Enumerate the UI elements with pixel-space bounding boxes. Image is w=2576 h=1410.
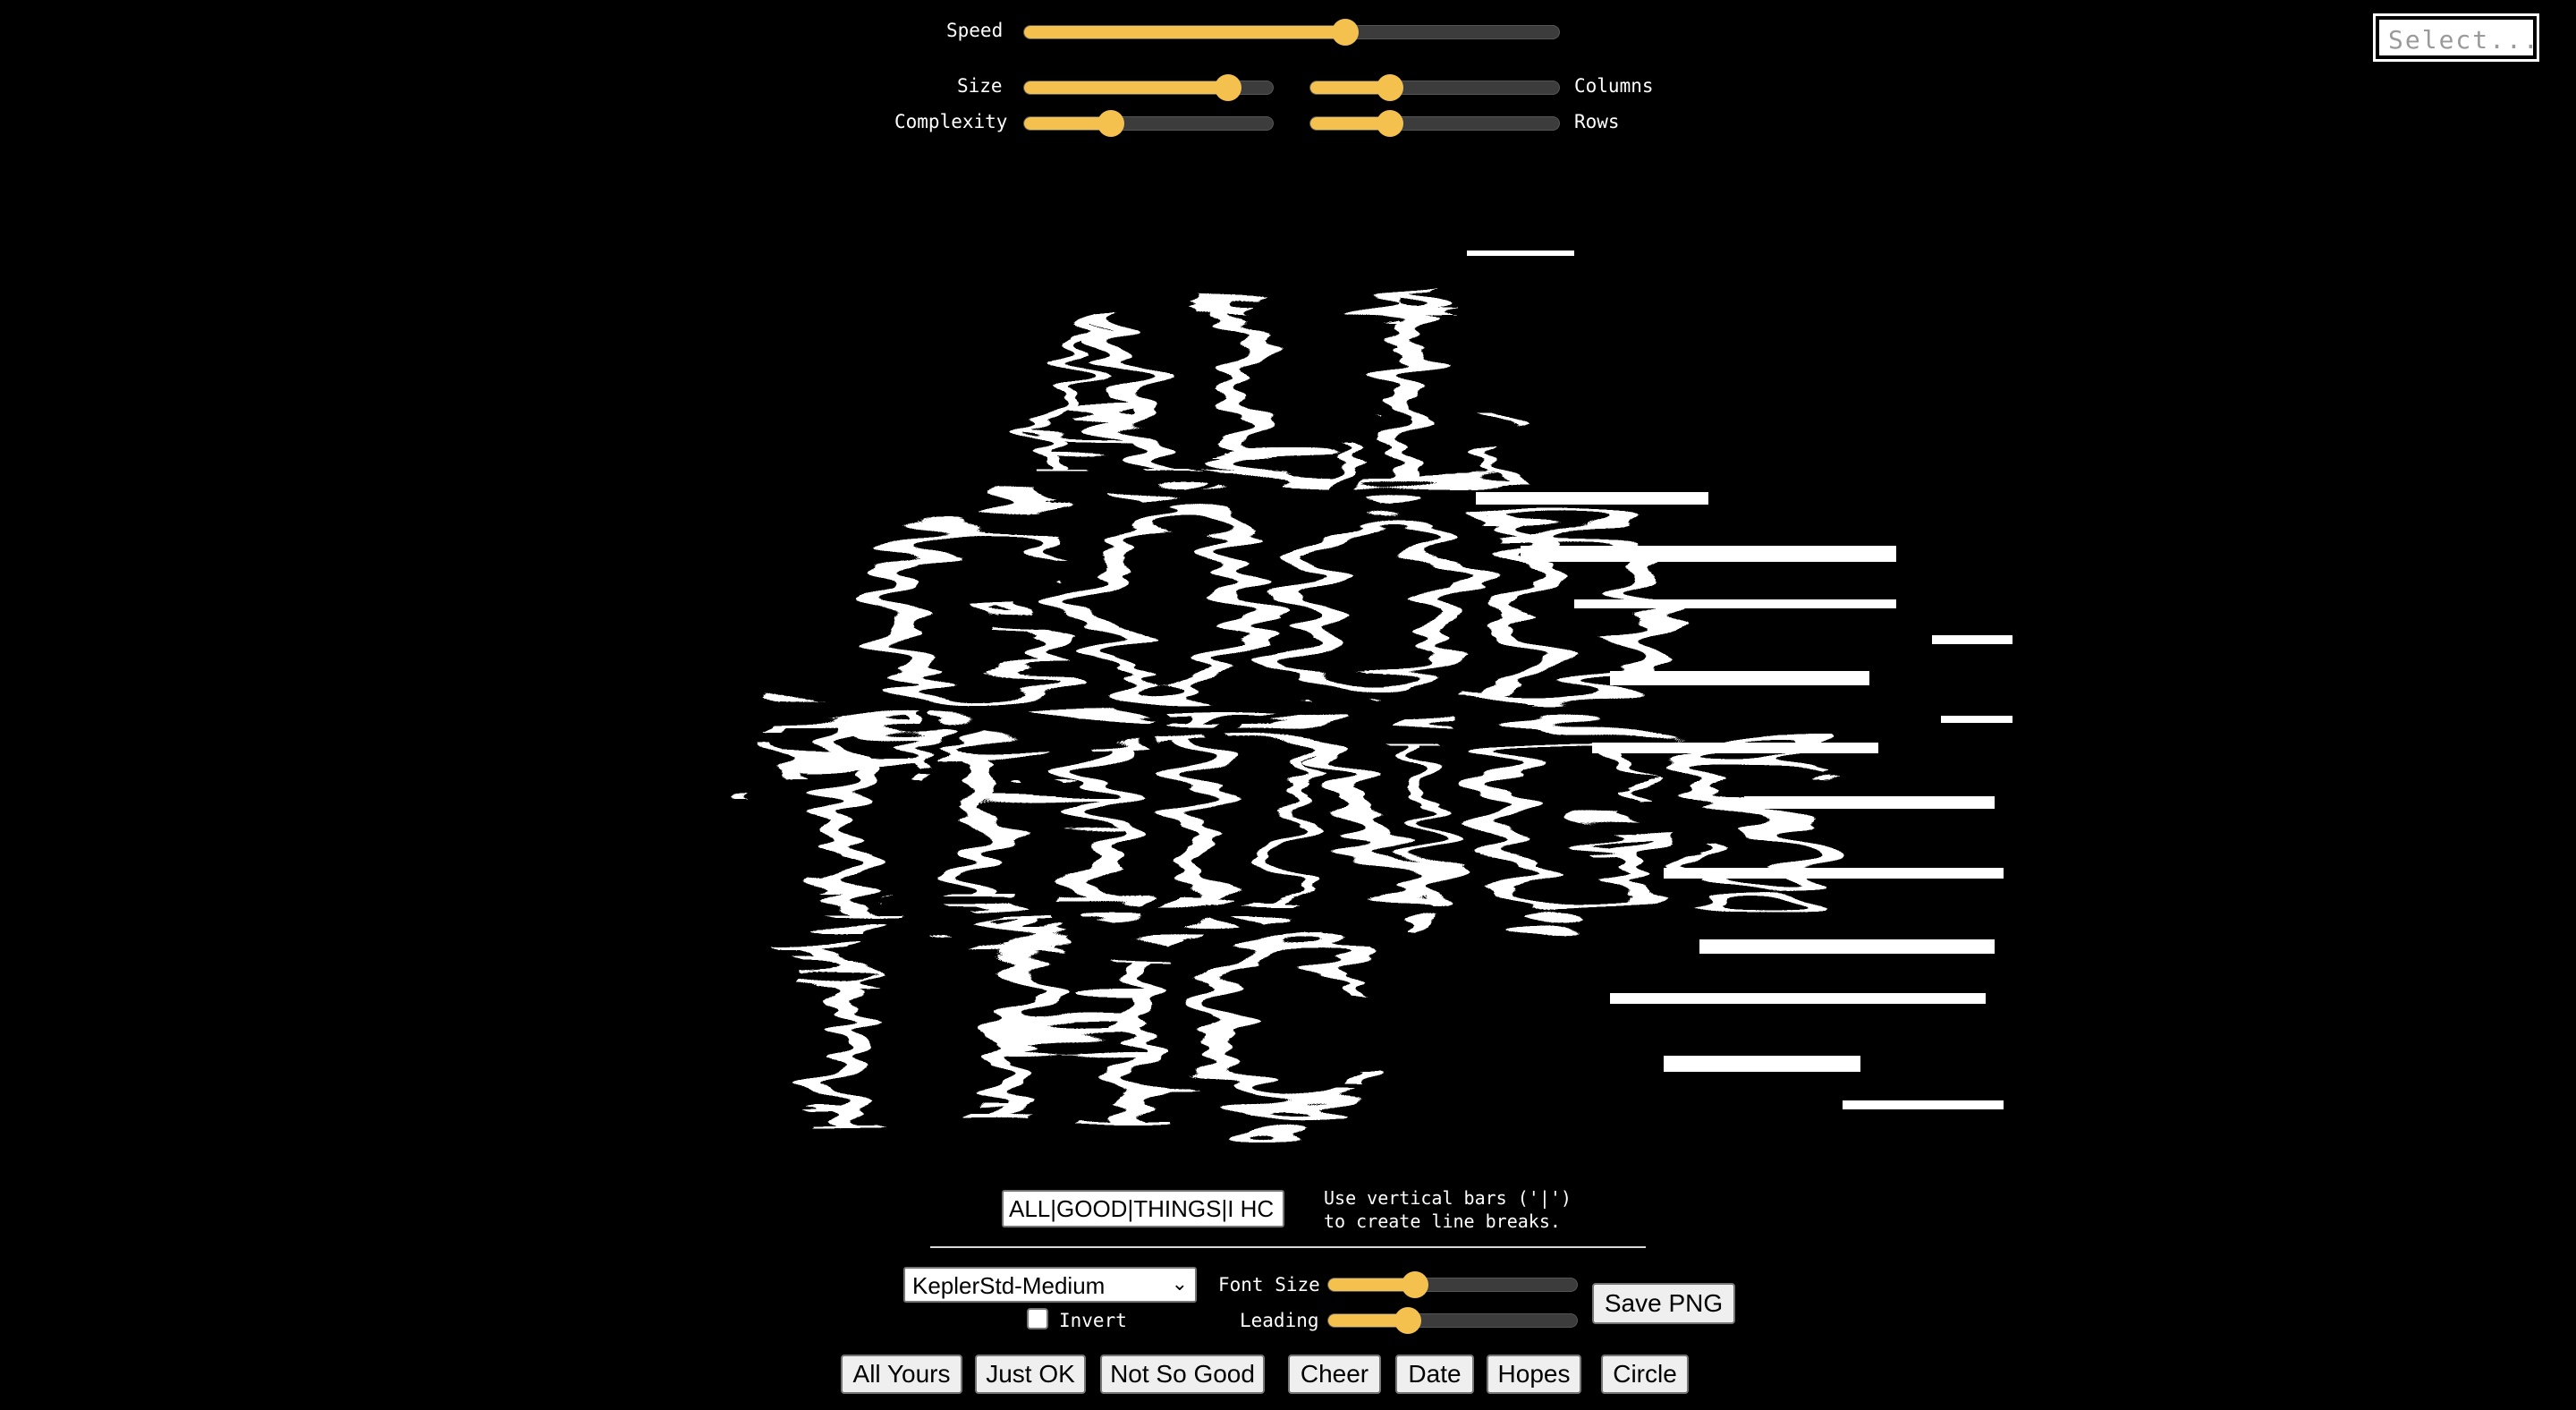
columns-slider-thumb[interactable] [1376, 74, 1403, 101]
invert-checkbox[interactable] [1027, 1308, 1048, 1329]
speed-slider-thumb[interactable] [1331, 19, 1359, 46]
font-size-slider-thumb[interactable] [1402, 1271, 1429, 1298]
speed-label: Speed [946, 20, 1004, 41]
rows-label: Rows [1574, 111, 1620, 132]
line-break-hint: Use vertical bars ('|') to create line b… [1324, 1186, 1572, 1233]
leading-slider-thumb[interactable] [1394, 1307, 1421, 1334]
invert-label: Invert [1059, 1310, 1127, 1331]
font-select[interactable]: KeplerStd-Medium ⌄ [903, 1267, 1197, 1303]
preset-cheer-button[interactable]: Cheer [1288, 1355, 1381, 1394]
size-slider-fill [1024, 81, 1228, 94]
columns-label: Columns [1574, 75, 1654, 97]
leading-label: Leading [1240, 1310, 1319, 1331]
complexity-slider[interactable] [1023, 110, 1274, 137]
preset-circle-button[interactable]: Circle [1601, 1355, 1689, 1394]
preset-not-so-good-button[interactable]: Not So Good [1100, 1355, 1265, 1394]
glitch-poster: ALL GOOD THINGS I HC [765, 251, 2012, 1172]
divider [930, 1246, 1646, 1248]
font-size-slider[interactable] [1327, 1271, 1578, 1298]
speed-slider-fill [1024, 26, 1345, 38]
preset-hopes-button[interactable]: Hopes [1487, 1355, 1581, 1394]
complexity-slider-thumb[interactable] [1097, 110, 1125, 137]
columns-slider[interactable] [1309, 74, 1560, 101]
chevron-down-icon: ⌄ [1171, 1272, 1188, 1295]
rows-slider-thumb[interactable] [1376, 110, 1403, 137]
hint-line-2: to create line breaks. [1324, 1210, 1561, 1232]
complexity-label: Complexity [894, 111, 1008, 132]
hint-line-1: Use vertical bars ('|') [1324, 1187, 1572, 1209]
leading-slider[interactable] [1327, 1307, 1578, 1334]
font-size-label: Font Size [1218, 1274, 1320, 1295]
preset-all-yours-button[interactable]: All Yours [841, 1355, 962, 1394]
size-label: Size [957, 75, 1003, 97]
save-png-button[interactable]: Save PNG [1592, 1283, 1735, 1324]
preset-date-button[interactable]: Date [1395, 1355, 1474, 1394]
size-slider-thumb[interactable] [1214, 74, 1241, 101]
font-select-value: KeplerStd-Medium [912, 1272, 1106, 1299]
preset-just-ok-button[interactable]: Just OK [975, 1355, 1086, 1394]
speed-slider[interactable] [1023, 19, 1560, 46]
text-input[interactable]: ALL|GOOD|THINGS|I HC [1002, 1190, 1284, 1227]
size-slider[interactable] [1023, 74, 1274, 101]
preset-select[interactable]: Select... [2373, 13, 2539, 62]
poster-line-4: I HC [787, 896, 1376, 1172]
rows-slider[interactable] [1309, 110, 1560, 137]
